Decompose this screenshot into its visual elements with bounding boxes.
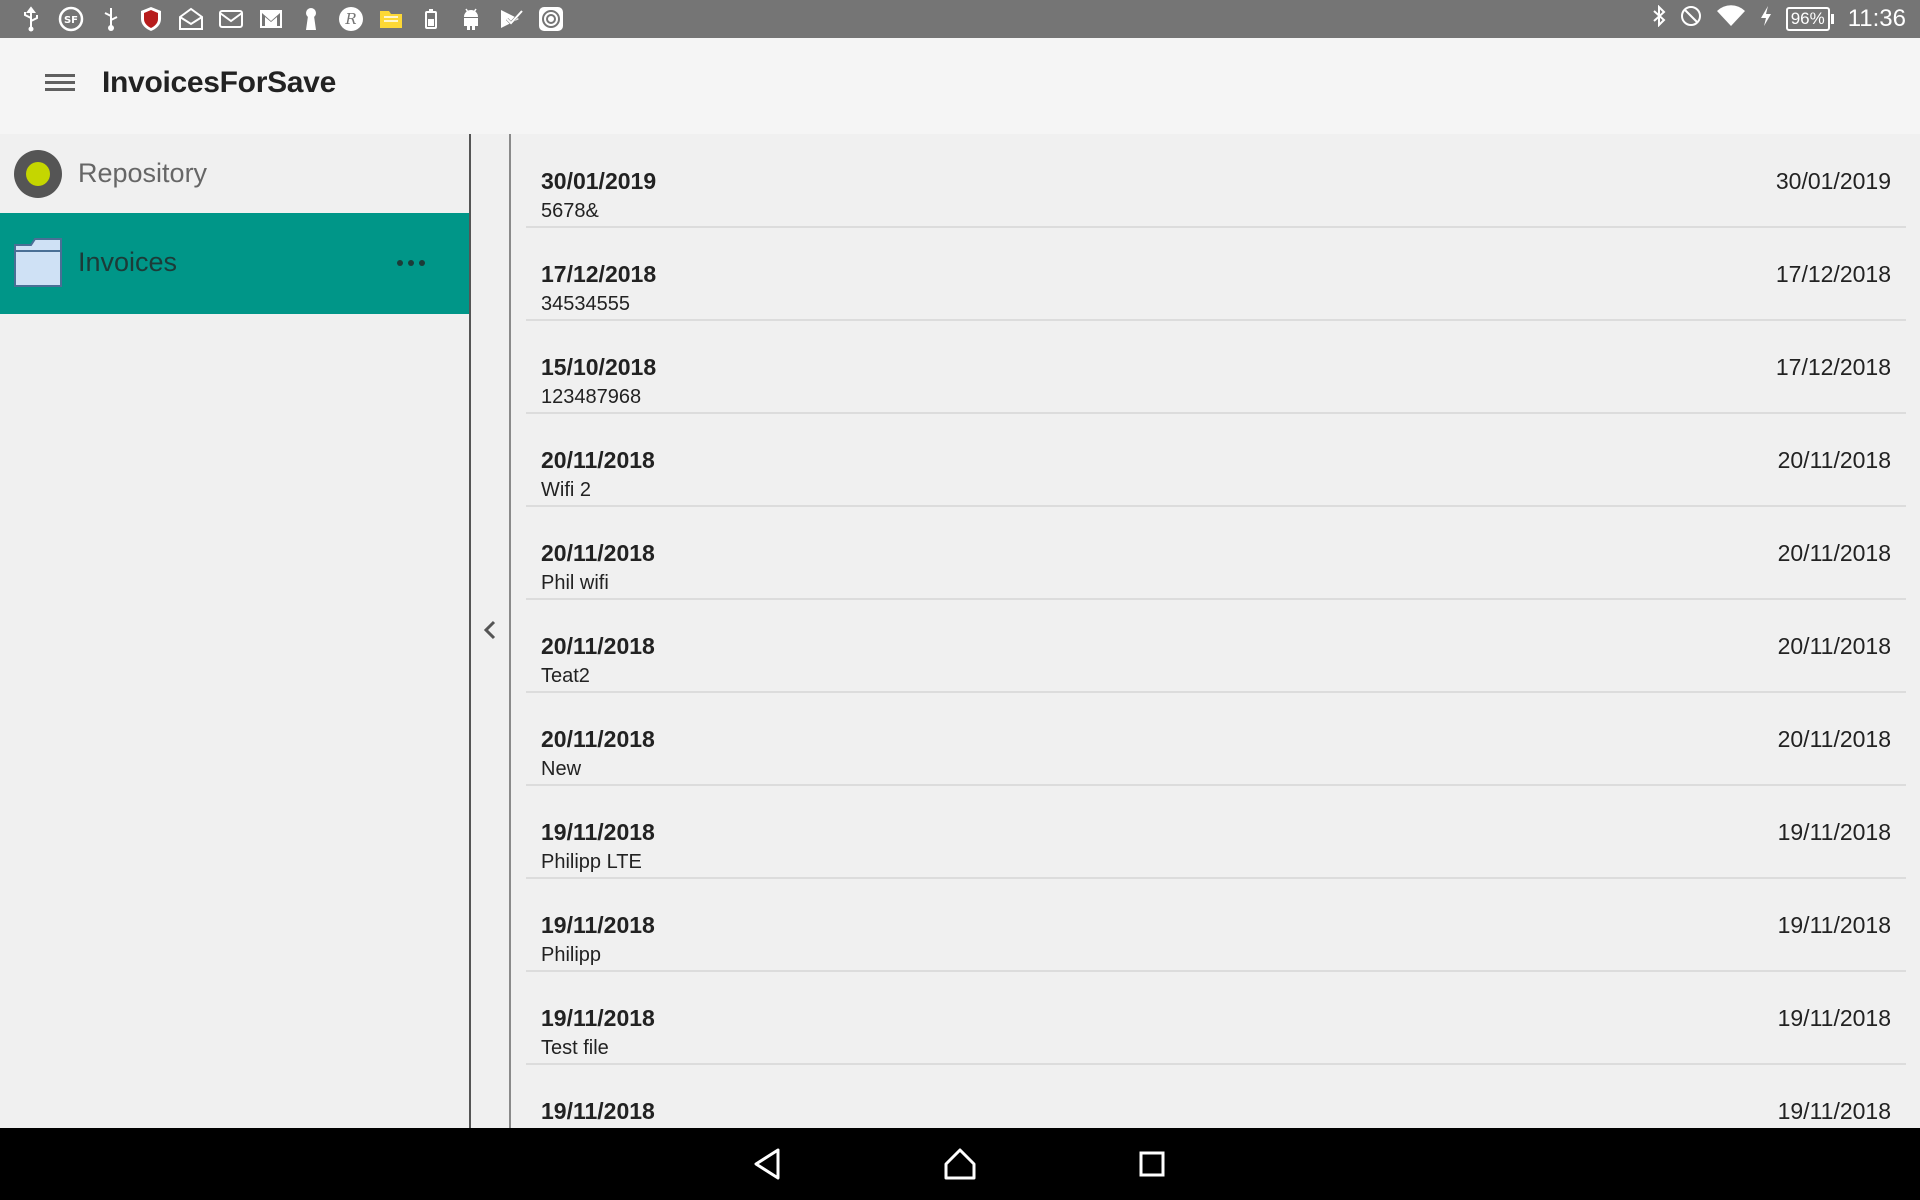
invoice-name: 5678& <box>541 200 599 222</box>
more-options-icon[interactable] <box>397 251 433 275</box>
invoice-title: 19/11/2018 <box>541 912 655 938</box>
invoice-date: 19/11/2018 <box>1777 1005 1891 1031</box>
sf-icon: SF <box>56 4 86 34</box>
invoice-date: 30/01/2019 <box>1775 168 1891 194</box>
invoice-title: 15/10/2018 <box>541 354 657 380</box>
collapse-pane-icon[interactable] <box>477 612 503 648</box>
invoice-row[interactable]: 20/11/2018 Phil wifi 20/11/2018 <box>526 506 1906 600</box>
notification-icons: SF R <box>16 4 566 34</box>
play-check-icon <box>496 4 526 34</box>
invoice-name: Wifi 2 <box>541 479 591 501</box>
invoice-name: Phil wifi <box>541 572 609 594</box>
invoice-row[interactable]: 20/11/2018 Wifi 2 20/11/2018 <box>526 413 1906 507</box>
invoice-date: 19/11/2018 <box>1777 1098 1891 1124</box>
invoice-row[interactable]: 19/11/2018 Philipp LTE 19/11/2018 <box>526 785 1906 879</box>
invoice-date: 20/11/2018 <box>1777 540 1891 566</box>
invoice-name: Philipp <box>541 944 602 966</box>
invoice-date: 20/11/2018 <box>1777 726 1891 752</box>
invoice-name: 34534555 <box>541 293 630 315</box>
battery-tip <box>1830 14 1834 24</box>
invoice-row[interactable]: 19/11/2018 Philipp 19/11/2018 <box>526 878 1906 972</box>
invoice-row[interactable]: 19/11/2018 Test file 19/11/2018 <box>526 971 1906 1065</box>
mail-icon <box>216 4 246 34</box>
svg-text:R: R <box>344 10 356 28</box>
invoice-title: 17/12/2018 <box>541 261 657 287</box>
invoice-date: 20/11/2018 <box>1777 633 1891 659</box>
invoice-title: 20/11/2018 <box>541 633 655 659</box>
invoice-row[interactable]: 30/01/2019 5678& 30/01/2019 <box>526 134 1906 228</box>
wifi-icon <box>1716 4 1746 35</box>
home-icon[interactable] <box>938 1142 982 1186</box>
target-icon <box>536 4 566 34</box>
pane-divider <box>471 134 511 1128</box>
invoice-title: 19/11/2018 <box>541 819 655 845</box>
app-bar: InvoicesForSave <box>0 38 1920 134</box>
folder-icon <box>14 237 62 287</box>
status-bar: SF R 96% 11:36 <box>0 0 1920 38</box>
charging-icon <box>1760 5 1772 34</box>
system-status: 96% 11:36 <box>1652 0 1906 38</box>
menu-icon[interactable] <box>36 68 84 104</box>
usb-debug-icon <box>96 4 126 34</box>
recents-icon[interactable] <box>1130 1142 1174 1186</box>
mail-open-icon <box>176 4 206 34</box>
invoice-row[interactable]: 17/12/2018 34534555 17/12/2018 <box>526 227 1906 321</box>
invoice-title: 20/11/2018 <box>541 726 655 752</box>
invoice-date: 17/12/2018 <box>1775 354 1891 380</box>
navigation-bar <box>0 1128 1920 1200</box>
gmail-icon <box>256 4 286 34</box>
invoice-row[interactable]: 19/11/2018 19/11/2018 <box>526 1064 1906 1128</box>
folder-label: Invoices <box>78 247 178 277</box>
folder-icon <box>376 4 406 34</box>
invoice-name: Philipp LTE <box>541 851 642 873</box>
invoice-date: 19/11/2018 <box>1777 912 1891 938</box>
invoice-name: 123487968 <box>541 386 642 408</box>
folder-pane: Repository Invoices <box>0 134 471 1128</box>
battery-saver-icon <box>416 4 446 34</box>
invoice-title: 19/11/2018 <box>541 1098 655 1124</box>
app-title: InvoicesForSave <box>102 66 336 99</box>
invoice-date: 17/12/2018 <box>1775 261 1891 287</box>
back-icon[interactable] <box>746 1142 790 1186</box>
r-icon: R <box>336 4 366 34</box>
battery-indicator: 96% <box>1785 7 1834 31</box>
battery-percent: 96% <box>1785 7 1830 31</box>
svg-text:SF: SF <box>64 15 78 26</box>
invoice-title: 20/11/2018 <box>541 447 655 473</box>
clock: 11:36 <box>1847 5 1906 32</box>
invoice-row[interactable]: 20/11/2018 Teat2 20/11/2018 <box>526 599 1906 693</box>
invoice-name: Teat2 <box>541 665 590 687</box>
folder-item-invoices[interactable]: Invoices <box>0 213 469 314</box>
usb-icon <box>16 4 46 34</box>
do-not-disturb-icon <box>1680 5 1702 34</box>
invoice-title: 19/11/2018 <box>541 1005 655 1031</box>
invoice-row[interactable]: 20/11/2018 New 20/11/2018 <box>526 692 1906 786</box>
repository-status-icon <box>14 150 62 198</box>
android-icon <box>456 4 486 34</box>
mcafee-icon <box>136 4 166 34</box>
invoice-name: New <box>541 758 582 780</box>
invoice-date: 19/11/2018 <box>1777 819 1891 845</box>
invoice-name: Test file <box>541 1037 609 1059</box>
repository-label: Repository <box>78 158 208 188</box>
invoice-row[interactable]: 15/10/2018 123487968 17/12/2018 <box>526 320 1906 414</box>
invoice-date: 20/11/2018 <box>1777 447 1891 473</box>
repository-item[interactable]: Repository <box>0 134 469 213</box>
invoice-list: 30/01/2019 5678& 30/01/2019 17/12/2018 34534… <box>511 134 1920 1128</box>
keyhole-icon <box>296 4 326 34</box>
invoice-title: 20/11/2018 <box>541 540 655 566</box>
invoice-title: 30/01/2019 <box>541 168 657 194</box>
bluetooth-icon <box>1652 4 1666 34</box>
